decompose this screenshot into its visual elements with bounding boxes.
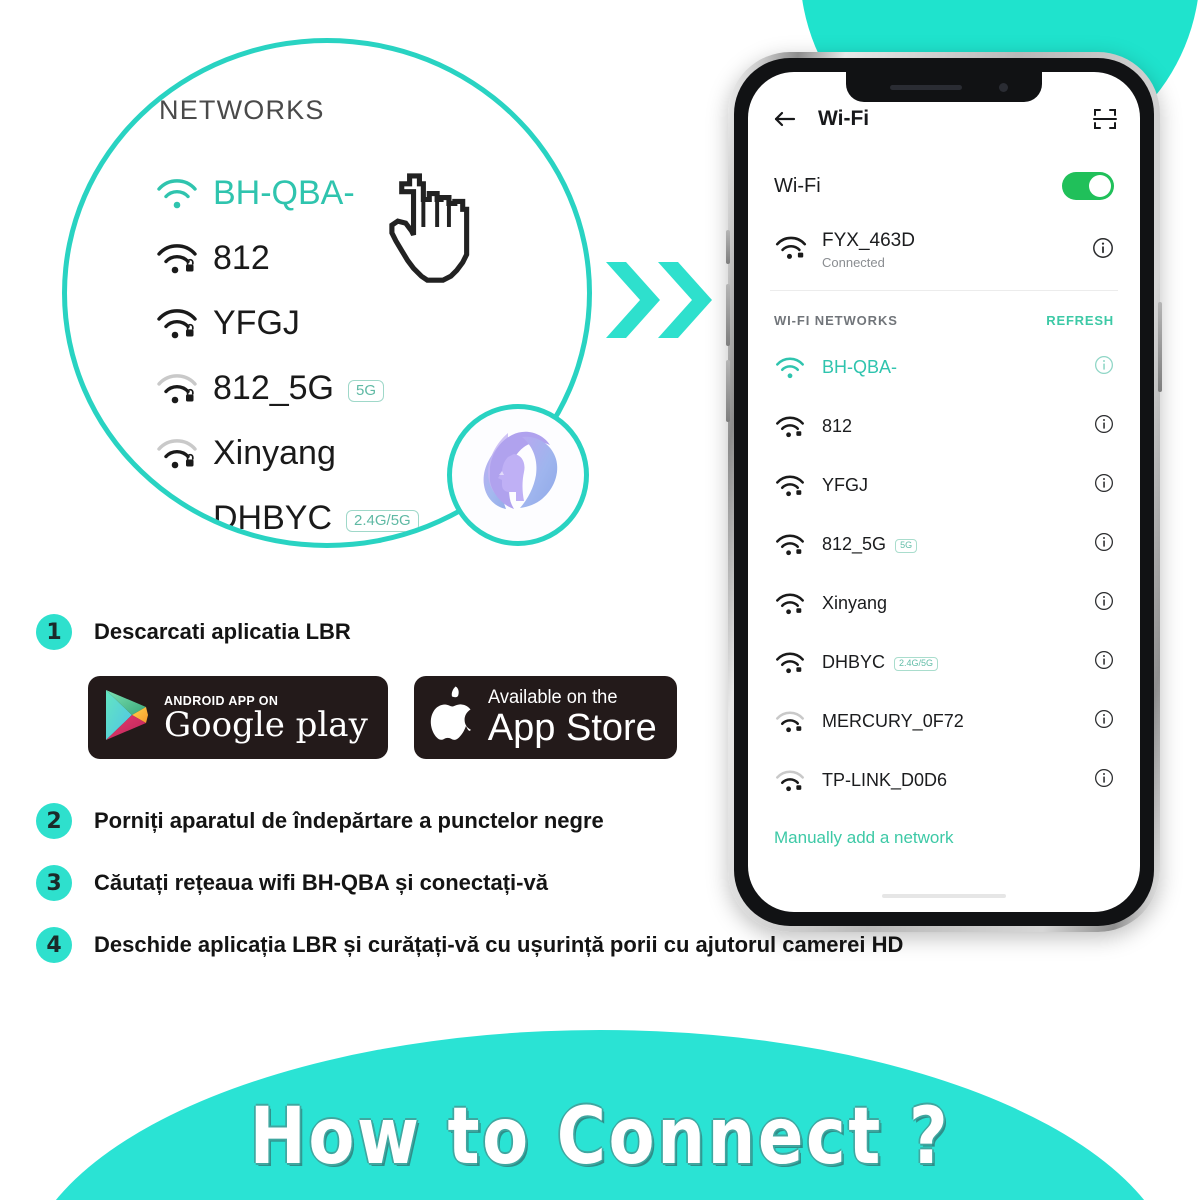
info-circle-icon[interactable] [1094,414,1114,439]
wifi-signal-lock-icon [155,437,213,471]
wifi-signal-lock-icon [774,592,814,616]
refresh-button[interactable]: REFRESH [1046,313,1114,328]
app-store-badges: ANDROID APP ON Google play Available on … [88,676,1026,759]
phone-volume-up-button[interactable] [726,284,730,346]
banner-title: How to Connect ? [249,1092,951,1182]
step-item: 4 Deschide aplicația LBR și curățați-vă … [36,927,1026,963]
wifi-master-toggle-row[interactable]: Wi-Fi [748,150,1140,222]
double-chevron-right-icon [604,258,714,342]
app-store-line1: Available on the [487,687,618,709]
wifi-signal-lock-icon [774,235,814,266]
magnified-network-ssid: BH-QBA- [213,174,355,212]
wifi-toggle-switch[interactable] [1062,172,1114,200]
google-play-badge[interactable]: ANDROID APP ON Google play [88,676,388,759]
wifi-signal-lock-icon [155,242,213,276]
magnified-network-ssid: DHBYC [213,499,333,537]
pointing-hand-cursor-icon [386,168,504,290]
phone-notch [846,72,1042,102]
google-play-line2: Google play [164,704,368,745]
network-band-badge: 5G [895,538,918,553]
phone-mute-switch[interactable] [726,230,730,264]
connected-network-text: FYX_463D Connected [822,230,915,270]
phone-power-button[interactable] [1158,302,1162,392]
connected-network-row[interactable]: FYX_463D Connected [748,222,1140,290]
network-ssid: 812 [822,416,853,436]
magnified-networks-heading: NETWORKS [159,95,325,125]
scan-frame-icon[interactable] [1092,106,1118,132]
step-number-badge: 4 [36,927,72,963]
info-circle-icon[interactable] [1094,473,1114,498]
section-header-label: WI-FI NETWORKS [774,313,898,328]
step-item: 1 Descarcati aplicatia LBR [36,614,1026,650]
wifi-signal-lock-icon [155,307,213,341]
network-band-badge: 2.4G/5G [346,509,419,532]
magnified-network-ssid: 812 [213,239,270,277]
earpiece-speaker [890,85,962,90]
instruction-steps: 1 Descarcati aplicatia LBR ANDROID APP O… [36,614,1026,963]
phone-volume-down-button[interactable] [726,360,730,422]
connected-network-ssid: FYX_463D [822,230,915,251]
google-play-triangle-icon [102,687,152,748]
step-number-badge: 2 [36,803,72,839]
wifi-signal-icon [155,177,213,211]
network-ssid: Xinyang [822,593,888,613]
info-circle-icon[interactable] [1094,709,1114,734]
arrow-left-icon[interactable] [770,104,800,134]
step-item: 3 Căutați rețeaua wifi BH-QBA și conecta… [36,865,1026,901]
info-circle-icon[interactable] [1092,237,1114,264]
wifi-signal-icon [774,356,814,380]
network-row[interactable]: BH-QBA- [748,338,1140,397]
network-row[interactable]: YFGJ [748,456,1140,515]
magnified-network-ssid: 812_5G [213,369,334,407]
network-ssid: BH-QBA- [822,357,898,377]
wifi-signal-lock-icon [774,415,814,439]
toggle-knob [1089,175,1111,197]
front-camera [999,83,1008,92]
wifi-signal-lock-icon [774,533,814,557]
info-circle-icon[interactable] [1094,532,1114,557]
apple-logo-icon [428,686,476,749]
step-number-badge: 1 [36,614,72,650]
info-circle-icon[interactable] [1094,768,1114,793]
info-circle-icon[interactable] [1094,355,1114,380]
step-text: Căutați rețeaua wifi BH-QBA și conectați… [94,870,548,895]
app-store-badge[interactable]: Available on the App Store [413,676,677,759]
step-text: Descarcati aplicatia LBR [94,619,351,644]
wifi-toggle-label: Wi-Fi [774,174,821,197]
google-play-line1: ANDROID APP ON [164,692,279,708]
magnified-network-ssid: Xinyang [213,434,336,472]
network-ssid: YFGJ [822,475,869,495]
info-circle-icon[interactable] [1094,650,1114,675]
wifi-networks-section-header: WI-FI NETWORKS REFRESH [748,291,1140,338]
step-item: 2 Porniți aparatul de îndepărtare a punc… [36,803,1026,839]
wifi-signal-lock-icon [155,502,213,536]
info-circle-icon[interactable] [1094,591,1114,616]
network-row[interactable]: 812_5G 5G [748,515,1140,574]
page-title: Wi-Fi [818,107,870,130]
google-play-badge-text: ANDROID APP ON Google play [164,693,368,743]
network-band-badge: 5G [348,379,385,402]
app-store-badge-text: Available on the App Store [488,687,657,748]
woman-profile-logo-icon [447,404,589,546]
magnified-network-ssid: YFGJ [213,304,300,342]
step-text: Porniți aparatul de îndepărtare a puncte… [94,808,604,833]
magnified-network-row[interactable]: YFGJ [155,291,585,356]
network-ssid: 812_5G [822,534,887,554]
network-row[interactable]: 812 [748,397,1140,456]
wifi-signal-lock-icon [155,372,213,406]
poster-root: NETWORKS BH-QBA- 812 YFGJ 812_5G 5G Xiny… [0,0,1200,1200]
step-text: Deschide aplicația LBR și curățați-vă cu… [94,932,904,957]
wifi-signal-lock-icon [774,474,814,498]
step-number-badge: 3 [36,865,72,901]
magnified-network-row[interactable]: 812 [155,226,585,291]
connected-network-status: Connected [822,255,885,270]
magnified-network-row[interactable]: BH-QBA- [155,161,585,226]
app-store-line2: App Store [487,707,657,750]
